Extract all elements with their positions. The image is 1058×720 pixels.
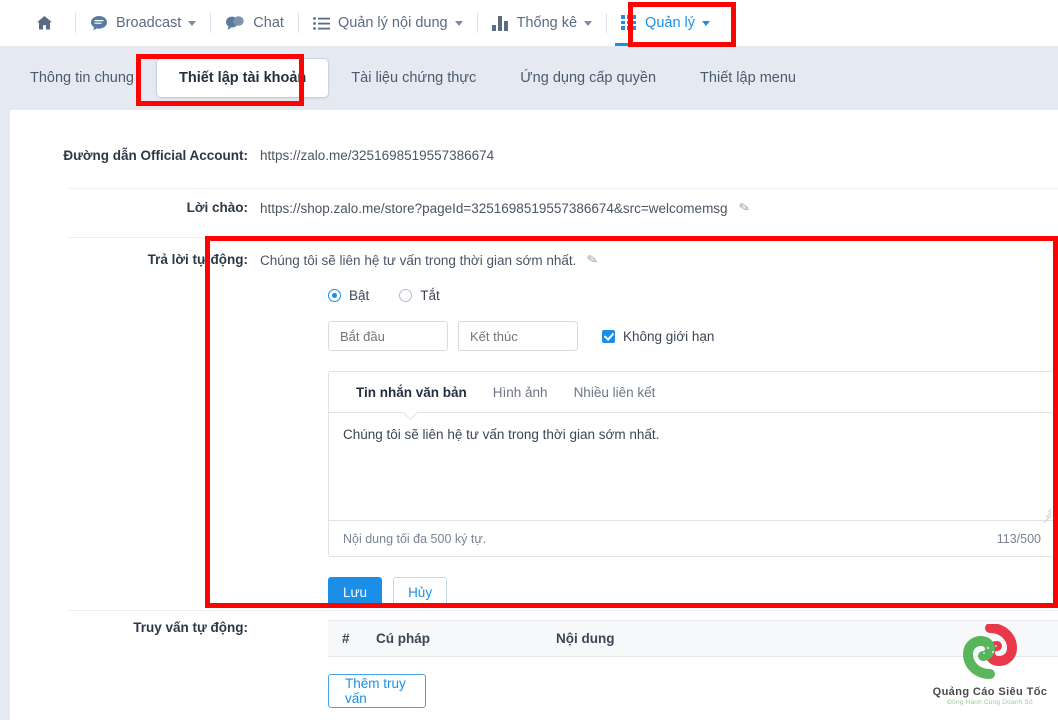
nav-item-statistics[interactable]: Thống kê bbox=[478, 0, 606, 46]
unlimited-label: Không giới hạn bbox=[623, 328, 715, 344]
nav-item-content-management-label: Quản lý nội dung bbox=[337, 15, 448, 31]
tab-thiet-lap-tai-khoan[interactable]: Thiết lập tài khoản bbox=[156, 58, 330, 98]
end-date-input[interactable] bbox=[458, 321, 578, 351]
char-limit-hint: Nội dung tối đa 500 ký tự. bbox=[343, 531, 487, 546]
oa-url-label: Đường dẫn Official Account: bbox=[63, 148, 248, 163]
message-footer: Nội dung tối đa 500 ký tự. 113/500 bbox=[329, 520, 1055, 556]
watermark-title: Quảng Cáo Siêu Tốc bbox=[932, 686, 1048, 698]
account-settings-panel: Đường dẫn Official Account: https://zalo… bbox=[10, 110, 1058, 720]
oa-url-row: Đường dẫn Official Account: https://zalo… bbox=[10, 148, 1058, 163]
radio-tat[interactable]: Tắt bbox=[399, 288, 440, 303]
spiral-logo-icon bbox=[959, 623, 1021, 684]
radio-tat-label: Tắt bbox=[420, 288, 440, 303]
greeting-value: https://shop.zalo.me/store?pageId=325169… bbox=[260, 200, 728, 216]
auto-reply-editor: Bật Tắt Không giới hạn Tin nhắn văn bản … bbox=[328, 288, 1056, 607]
radio-bat-label: Bật bbox=[349, 288, 370, 303]
msg-tab-image[interactable]: Hình ảnh bbox=[480, 372, 561, 412]
account-section-tabs: Thông tin chung Thiết lập tài khoản Tài … bbox=[0, 46, 1058, 110]
tab-thiet-lap-menu[interactable]: Thiết lập menu bbox=[678, 46, 818, 110]
greeting-value-wrap: https://shop.zalo.me/store?pageId=325169… bbox=[260, 199, 751, 217]
bar-chart-icon bbox=[491, 15, 509, 31]
add-query-button[interactable]: Thêm truy vấn bbox=[328, 674, 426, 708]
nav-item-home[interactable] bbox=[22, 0, 75, 46]
message-type-tabs: Tin nhắn văn bản Hình ảnh Nhiều liên kết bbox=[329, 372, 1055, 413]
resize-handle-icon[interactable] bbox=[1041, 506, 1052, 523]
nav-item-management-label: Quản lý bbox=[645, 15, 696, 31]
msg-tab-multilink[interactable]: Nhiều liên kết bbox=[561, 372, 669, 412]
greeting-row: Lời chào: https://shop.zalo.me/store?pag… bbox=[10, 199, 1058, 217]
row-divider bbox=[68, 610, 1058, 611]
save-button[interactable]: Lưu bbox=[328, 577, 383, 607]
top-navigation-bar: Broadcast Chat Quản lý nội dung Thống kê… bbox=[0, 0, 1058, 46]
auto-reply-value-wrap: Chúng tôi sẽ liên hệ tư vấn trong thời g… bbox=[260, 251, 600, 269]
nav-item-chat[interactable]: Chat bbox=[211, 0, 298, 46]
chevron-down-icon bbox=[584, 20, 593, 26]
column-header-syntax: Cú pháp bbox=[376, 631, 430, 646]
message-composer-card: Tin nhắn văn bản Hình ảnh Nhiều liên kết… bbox=[328, 371, 1056, 557]
radio-off-indicator bbox=[399, 289, 413, 302]
radio-on-indicator bbox=[328, 289, 341, 302]
row-divider bbox=[68, 188, 1058, 189]
grid-apps-icon bbox=[621, 15, 637, 31]
tab-tai-lieu-chung-thuc[interactable]: Tài liệu chứng thực bbox=[329, 46, 498, 110]
home-icon bbox=[36, 15, 53, 31]
pencil-icon[interactable]: ✎ bbox=[737, 199, 751, 217]
auto-reply-value: Chúng tôi sẽ liên hệ tư vấn trong thời g… bbox=[260, 252, 577, 268]
chevron-down-icon bbox=[702, 20, 711, 26]
nav-item-broadcast[interactable]: Broadcast bbox=[76, 0, 210, 46]
list-icon bbox=[313, 16, 330, 30]
nav-item-broadcast-label: Broadcast bbox=[116, 15, 182, 31]
tab-thong-tin-chung[interactable]: Thông tin chung bbox=[8, 46, 156, 110]
column-header-index: # bbox=[342, 631, 350, 646]
oa-url-value: https://zalo.me/3251698519557386674 bbox=[260, 148, 495, 163]
start-date-input[interactable] bbox=[328, 321, 448, 351]
checkbox-checked-icon bbox=[602, 329, 615, 343]
message-textarea[interactable]: Chúng tôi sẽ liên hệ tư vấn trong thời g… bbox=[329, 413, 1055, 520]
auto-query-label: Truy vấn tự động: bbox=[133, 620, 248, 635]
tab-ung-dung-cap-quyen[interactable]: Ứng dụng cấp quyền bbox=[498, 46, 678, 110]
pencil-icon[interactable]: ✎ bbox=[586, 251, 600, 269]
auto-reply-label: Trả lời tự động: bbox=[147, 252, 248, 267]
msg-tab-text[interactable]: Tin nhắn văn bản bbox=[343, 372, 480, 412]
radio-bat[interactable]: Bật bbox=[328, 288, 369, 303]
nav-item-management[interactable]: Quản lý bbox=[607, 0, 724, 46]
chat-bubbles-icon bbox=[225, 15, 245, 31]
auto-reply-row: Trả lời tự động: Chúng tôi sẽ liên hệ tư… bbox=[10, 251, 1058, 269]
chevron-down-icon bbox=[454, 20, 463, 26]
speech-bubble-icon bbox=[90, 15, 108, 31]
chevron-down-icon bbox=[188, 20, 197, 26]
nav-item-statistics-label: Thống kê bbox=[516, 15, 578, 31]
schedule-row: Không giới hạn bbox=[328, 321, 1056, 351]
watermark: Quảng Cáo Siêu Tốc Đồng Hành Cùng Doanh … bbox=[928, 623, 1052, 716]
row-divider bbox=[68, 237, 1058, 238]
auto-reply-actions: Lưu Hủy bbox=[328, 577, 1056, 607]
cancel-button[interactable]: Hủy bbox=[393, 577, 448, 607]
char-counter: 113/500 bbox=[996, 531, 1041, 546]
watermark-subtitle: Đồng Hành Cùng Doanh Số bbox=[947, 699, 1033, 706]
nav-item-chat-label: Chat bbox=[253, 15, 284, 31]
greeting-label: Lời chào: bbox=[186, 200, 248, 215]
auto-reply-toggle-group: Bật Tắt bbox=[328, 288, 1056, 303]
unlimited-checkbox-wrap[interactable]: Không giới hạn bbox=[602, 329, 714, 344]
nav-item-content-management[interactable]: Quản lý nội dung bbox=[299, 0, 477, 46]
